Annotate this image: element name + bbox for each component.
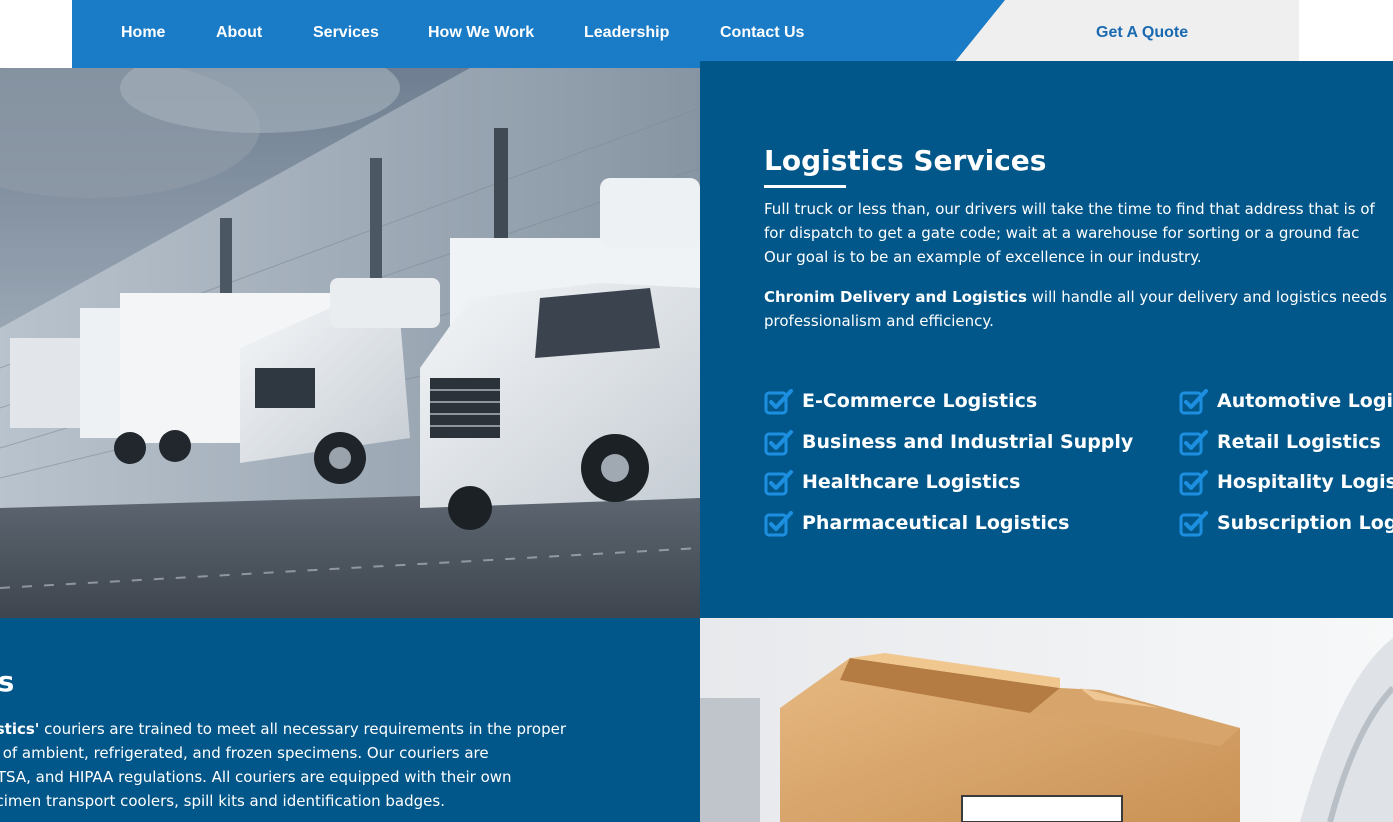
list-item-label: Retail Logistics [1217,430,1381,453]
list-item-label: Hospitality Logisti [1217,471,1393,494]
checkbox-check-icon [764,510,793,537]
courier-line-4: l specimen transport coolers, spill kits… [0,792,445,810]
logistics-intro-paragraph: Full truck or less than, our drivers wil… [764,197,1375,269]
checkbox-check-icon [1179,510,1208,537]
nav-item-about[interactable]: About [216,24,262,42]
list-item-label: Pharmaceutical Logistics [802,511,1070,534]
logistics-list-right: Automotive Logist Retail Logistics Hospi… [1179,381,1393,543]
company-line-1: will handle all your delivery and logist… [1026,288,1387,306]
nav-item-home[interactable]: Home [121,24,165,42]
checkbox-check-icon [1179,470,1208,496]
courier-line-1: couriers are trained to meet all necessa… [39,720,566,738]
courier-line-3: ATA, TSA, and HIPAA regulations. All cou… [0,768,512,786]
list-item-label: Business and Industrial Supply [802,430,1134,453]
courier-services-title: ces [0,665,15,698]
intro-line-1: Full truck or less than, our drivers wil… [764,200,1375,218]
list-item: Pharmaceutical Logistics [764,503,1133,544]
courier-paragraph: Logistics' couriers are trained to meet … [0,717,566,813]
list-item: E-Commerce Logistics [764,381,1133,422]
courier-line-2: ation of ambient, refrigerated, and froz… [0,744,489,762]
title-underline [764,185,846,188]
checkbox-check-icon [764,389,793,415]
intro-line-3: Our goal is to be an example of excellen… [764,248,1202,266]
checkbox-check-icon [764,470,793,496]
nav-item-leadership[interactable]: Leadership [584,24,669,42]
nav-item-services[interactable]: Services [313,24,379,42]
checkbox-check-icon [1179,389,1208,415]
list-item: Automotive Logist [1179,381,1393,422]
logistics-list-left: E-Commerce Logistics Business and Indust… [764,381,1133,543]
list-item-label: Healthcare Logistics [802,471,1021,494]
list-item-label: Subscription Logis [1217,511,1393,534]
cardboard-box-photo [700,618,1393,822]
company-line-2: professionalism and efficiency. [764,312,994,330]
list-item: Business and Industrial Supply [764,422,1133,463]
list-item: Retail Logistics [1179,422,1393,463]
get-a-quote-button[interactable]: Get A Quote [1096,24,1188,42]
list-item: Hospitality Logisti [1179,462,1393,503]
nav-item-how-we-work[interactable]: How We Work [428,24,534,42]
courier-company-name: Logistics' [0,720,40,738]
logistics-company-paragraph: Chronim Delivery and Logistics will hand… [764,285,1387,333]
nav-item-contact-us[interactable]: Contact Us [720,24,804,42]
list-item-label: Automotive Logist [1217,390,1393,413]
list-item-label: E-Commerce Logistics [802,390,1038,413]
intro-line-2: for dispatch to get a gate code; wait at… [764,224,1360,242]
checkbox-check-icon [1179,429,1208,456]
logistics-services-title: Logistics Services [764,144,1047,177]
list-item: Healthcare Logistics [764,462,1133,503]
trucks-at-loading-dock-photo [0,68,700,618]
list-item: Subscription Logis [1179,503,1393,544]
checkbox-check-icon [764,429,793,456]
company-name: Chronim Delivery and Logistics [764,288,1027,306]
